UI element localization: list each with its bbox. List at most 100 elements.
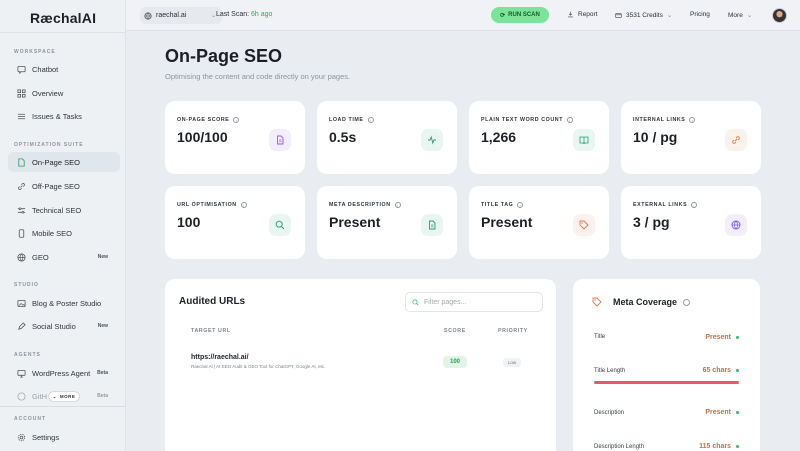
sidebar-item-wordpress[interactable]: WordPress Agent Beta [8,363,120,383]
last-scan-status: Last Scan: 6h ago [216,11,272,18]
link-icon [725,129,747,151]
meta-row-value: 65 chars [703,367,739,374]
filter-placeholder: Filter pages... [424,298,467,306]
info-icon[interactable]: i [691,202,698,208]
globe-icon [725,214,747,236]
row-url[interactable]: https://raechal.ai/ [191,354,249,361]
info-icon[interactable]: i [517,202,524,208]
metric-label-text: LOAD TIME [329,117,364,123]
info-icon[interactable]: i [394,202,401,208]
section-label-workspace: WORKSPACE [14,49,56,55]
filter-input[interactable]: Filter pages... [405,292,543,312]
metric-label-text: ON-PAGE SCORE [177,117,230,123]
tag-icon [573,214,595,236]
section-label-agents: AGENTS [14,352,41,358]
more-label: MORE [59,394,76,399]
metric-value: 100/100 [177,129,228,145]
metric-label-text: TITLE TAG [481,202,514,208]
info-icon[interactable] [683,298,691,306]
sidebar-item-label: Overview [32,88,64,98]
metric-label: META DESCRIPTION i [329,202,401,208]
info-icon[interactable]: i [233,117,240,123]
chevron-down-icon: ⌄ [666,12,673,19]
audited-urls-panel: Audited URLs Filter pages... TARGET URL … [165,279,556,451]
sidebar-item-label: GEO [32,252,49,262]
new-badge: New [97,254,108,260]
meta-row-label: Title [594,334,606,340]
sidebar-item-settings[interactable]: Settings [8,427,120,447]
section-label-account: ACCOUNT [14,416,46,422]
mobile-icon [16,228,26,238]
meta-row-value: 115 chars [699,443,739,450]
metric-card: META DESCRIPTION i Present [317,186,457,259]
metric-label: PLAIN TEXT WORD COUNT i [481,117,574,123]
metric-label: ON-PAGE SCORE i [177,117,240,123]
sidebar-item-issues[interactable]: Issues & Tasks [8,106,120,126]
document-icon [421,214,443,236]
metric-card: INTERNAL LINKS i 10 / pg [621,101,761,174]
more-button[interactable]: ⌄ MORE [48,391,80,402]
metric-card: URL OPTIMISATION i 100 [165,186,305,259]
meta-row-label: Description [594,410,625,416]
status-dot [736,411,739,414]
metric-value: 1,266 [481,129,517,145]
sidebar: RæchalAI WORKSPACE Chatbot Overview Issu… [0,0,126,451]
report-button[interactable]: Report [567,11,598,18]
last-scan-label: Last Scan: [216,11,250,18]
sidebar-item-social[interactable]: Social Studio New [8,316,120,336]
info-icon[interactable]: i [689,117,696,123]
link-icon [16,181,26,191]
metric-label-text: META DESCRIPTION [329,202,391,208]
info-icon[interactable]: i [367,117,374,123]
credits-dropdown[interactable]: 3531 Credits ⌄ [615,11,672,19]
metric-value: 3 / pg [633,214,670,230]
score-badge: 100 [443,356,467,368]
metric-card: ON-PAGE SCORE i 100/100 [165,101,305,174]
info-icon[interactable]: i [567,117,574,123]
sidebar-item-overview[interactable]: Overview [8,83,120,103]
sidebar-item-technical[interactable]: Technical SEO [8,200,120,220]
globe-icon [16,252,26,262]
app-logo[interactable]: RæchalAI [30,10,96,26]
top-bar: raechal.ai ⌄ Last Scan: 6h ago ⟳ RUN SCA… [126,0,800,31]
document-icon [269,129,291,151]
sidebar-item-blog[interactable]: Blog & Poster Studio [8,293,120,313]
credits-label: 3531 Credits [626,11,663,19]
pricing-label: Pricing [690,11,710,18]
meta-row-value: Present [705,409,739,416]
gear-icon [16,432,26,442]
meta-value-text: 115 chars [699,443,731,450]
more-label: More [728,11,743,19]
github-icon [16,391,26,401]
project-selector[interactable]: raechal.ai ⌄ [140,7,222,24]
pricing-link[interactable]: Pricing [690,11,710,18]
more-menu[interactable]: More ⌄ [728,11,753,20]
sidebar-item-label: Off-Page SEO [32,181,80,191]
report-label: Report [578,11,598,18]
metric-card: PLAIN TEXT WORD COUNT i 1,266 [469,101,609,174]
sidebar-item-label: Chatbot [32,64,59,74]
search-icon [269,214,291,236]
info-icon[interactable]: i [240,202,247,208]
column-header-url: TARGET URL [191,328,231,334]
sidebar-item-offpage[interactable]: Off-Page SEO [8,176,120,196]
sidebar-item-mobile[interactable]: Mobile SEO [8,223,120,243]
beta-badge: Beta [97,393,108,399]
sidebar-item-chatbot[interactable]: Chatbot [8,59,120,79]
document-icon [16,157,26,167]
metric-value: Present [329,214,381,230]
sidebar-item-geo[interactable]: GEO New [8,247,120,267]
metric-label-text: INTERNAL LINKS [633,117,686,123]
metric-card: TITLE TAG i Present [469,186,609,259]
status-dot [736,336,739,339]
avatar[interactable] [772,8,787,23]
chevron-down-icon: ⌄ [746,12,753,19]
meta-coverage-title: Meta Coverage [613,297,691,307]
meta-row-label: Title Length [594,368,626,374]
column-header-priority: PRIORITY [498,328,528,334]
run-scan-label: RUN SCAN [508,12,540,18]
metric-label: INTERNAL LINKS i [633,117,696,123]
last-scan-time: 6h ago [251,11,273,18]
run-scan-button[interactable]: ⟳ RUN SCAN [491,7,549,23]
sidebar-item-onpage[interactable]: On-Page SEO [8,152,120,172]
